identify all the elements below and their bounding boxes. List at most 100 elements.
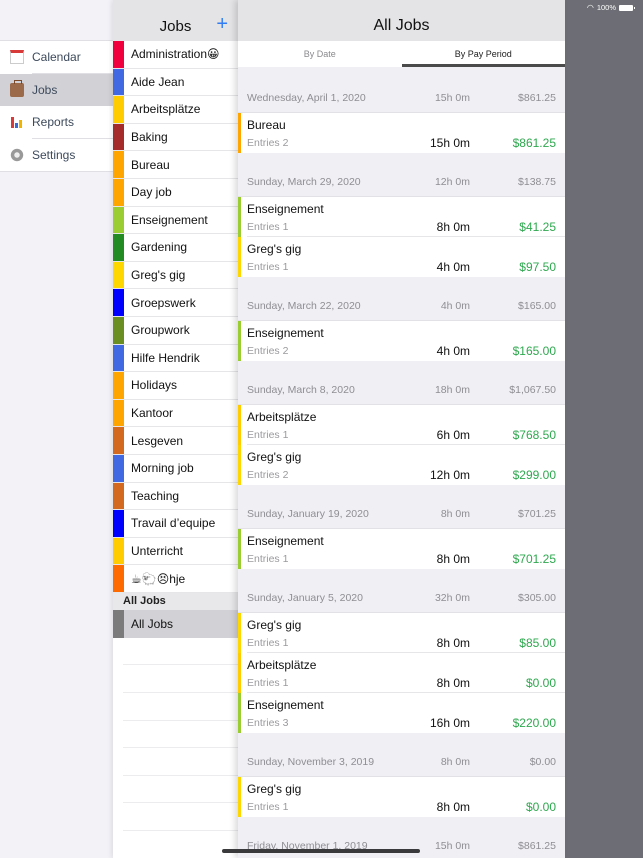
job-color-swatch [113, 123, 124, 151]
job-name: Teaching [131, 488, 180, 503]
job-name: Day job [131, 185, 172, 200]
job-row[interactable]: Aide Jean [113, 68, 240, 97]
empty-row [123, 665, 240, 694]
job-name: Administration😀 [131, 47, 220, 62]
entry-job-name: Enseignement [247, 534, 324, 548]
empty-row [123, 831, 240, 858]
job-name: Bureau [131, 157, 170, 172]
period-amount: $701.25 [518, 507, 556, 520]
job-entry-row[interactable]: Arbeitsplätze Entries 1 6h 0m $768.50 [238, 405, 565, 445]
job-row[interactable]: Baking [113, 123, 240, 152]
job-row[interactable]: Holidays [113, 372, 240, 400]
job-row[interactable]: Bureau [113, 151, 240, 179]
entry-hours: 8h 0m [436, 636, 470, 650]
job-row[interactable]: Arbeitsplätze [113, 96, 240, 124]
job-row[interactable]: Lesgeven [113, 427, 240, 455]
job-row[interactable]: Day job [113, 178, 240, 207]
job-row[interactable]: Kantoor [113, 399, 240, 428]
job-color-swatch [113, 454, 124, 482]
period-hours: 8h 0m [440, 507, 470, 520]
job-entry-row[interactable]: Enseignement Entries 1 8h 0m $701.25 [238, 529, 565, 569]
job-row[interactable]: Teaching [113, 482, 240, 511]
entry-count: Entries 1 [247, 429, 289, 441]
job-entry-row[interactable]: Greg's gig Entries 1 8h 0m $85.00 [238, 613, 565, 653]
entry-amount: $299.00 [512, 468, 556, 482]
calendar-icon [10, 50, 24, 65]
entry-job-name: Arbeitsplätze [247, 410, 317, 424]
battery-icon [619, 4, 635, 11]
job-row[interactable]: Greg's gig [113, 261, 240, 290]
entry-amount: $165.00 [512, 344, 556, 358]
tab-by-pay-period[interactable]: By Pay Period [401, 41, 566, 67]
job-entry-row[interactable]: Arbeitsplätze Entries 1 8h 0m $0.00 [238, 653, 565, 693]
entry-details: Entries 2 12h 0m $299.00 [247, 466, 556, 484]
empty-row [123, 638, 240, 666]
job-name: Holidays [131, 378, 178, 393]
empty-row [123, 721, 240, 749]
entry-details: Entries 1 8h 0m $85.00 [247, 634, 556, 652]
main-header: All Jobs [238, 0, 565, 41]
job-entry-row[interactable]: Greg's gig Entries 1 8h 0m $0.00 [238, 777, 565, 817]
job-color-bar [238, 693, 241, 733]
job-row[interactable]: Gardening [113, 234, 240, 262]
sidebar-item-label: Jobs [32, 82, 58, 97]
pay-period-header: Sunday, November 3, 2019 8h 0m $0.00 [238, 747, 565, 777]
entry-amount: $220.00 [512, 716, 556, 730]
pay-period-header: Wednesday, April 1, 2020 15h 0m $861.25 [238, 83, 565, 113]
pay-period-header: Sunday, March 22, 2020 4h 0m $165.00 [238, 291, 565, 321]
pay-period-group: Friday, November 1, 2019 15h 0m $861.25 [238, 831, 565, 858]
job-row[interactable]: Hilfe Hendrik [113, 344, 240, 373]
entry-hours: 15h 0m [429, 136, 470, 150]
pay-period-header: Sunday, January 5, 2020 32h 0m $305.00 [238, 583, 565, 613]
job-color-bar [238, 613, 241, 653]
job-row[interactable]: Travail d’equipe [113, 510, 240, 538]
period-date: Wednesday, April 1, 2020 [247, 91, 366, 104]
entry-hours: 16h 0m [429, 716, 470, 730]
all-jobs-row[interactable]: All Jobs [113, 609, 240, 638]
job-entry-row[interactable]: Enseignement Entries 2 4h 0m $165.00 [238, 321, 565, 361]
home-indicator [222, 849, 420, 853]
job-entry-row[interactable]: Enseignement Entries 3 16h 0m $220.00 [238, 693, 565, 733]
entry-job-name: Greg's gig [247, 450, 302, 464]
job-row[interactable]: Enseignement [113, 206, 240, 235]
period-date: Sunday, March 22, 2020 [247, 299, 361, 312]
entry-job-name: Greg's gig [247, 782, 302, 796]
job-row[interactable]: Groepswerk [113, 289, 240, 317]
segmented-control: By Date By Pay Period [238, 41, 565, 67]
pay-period-group: Sunday, January 19, 2020 8h 0m $701.25 Ense… [238, 499, 565, 569]
wifi-icon: ◠ [586, 3, 594, 12]
job-name: Hilfe Hendrik [131, 350, 200, 365]
bar-chart-icon [10, 115, 24, 129]
empty-row [123, 803, 240, 832]
job-color-swatch [113, 344, 124, 372]
job-color-bar [238, 113, 241, 153]
job-row[interactable]: Groupwork [113, 316, 240, 345]
empty-row [123, 693, 240, 721]
job-name: Aide Jean [131, 74, 185, 89]
job-entry-row[interactable]: Greg's gig Entries 2 12h 0m $299.00 [238, 445, 565, 485]
entry-count: Entries 2 [247, 469, 289, 481]
add-job-button[interactable]: + [216, 14, 228, 34]
job-color-swatch [113, 399, 124, 427]
job-row[interactable]: ☕🐑😣hje [113, 565, 240, 593]
empty-row [123, 776, 240, 804]
entry-job-name: Enseignement [247, 202, 324, 216]
job-name: Kantoor [131, 406, 174, 421]
pay-period-list[interactable]: Wednesday, April 1, 2020 15h 0m $861.25 Bur… [238, 67, 565, 858]
job-entry-row[interactable]: Greg's gig Entries 1 4h 0m $97.50 [238, 237, 565, 277]
job-name: Gardening [131, 240, 188, 255]
tab-by-date[interactable]: By Date [238, 41, 402, 67]
entry-count: Entries 3 [247, 717, 289, 729]
job-color-swatch [113, 206, 124, 234]
job-entry-row[interactable]: Enseignement Entries 1 8h 0m $41.25 [238, 197, 565, 237]
job-row[interactable]: Morning job [113, 454, 240, 483]
pay-period-header: Sunday, March 8, 2020 18h 0m $1,067.50 [238, 375, 565, 405]
job-entry-row[interactable]: Bureau Entries 2 15h 0m $861.25 [238, 113, 565, 153]
entry-count: Entries 1 [247, 221, 289, 233]
gear-icon [10, 147, 24, 162]
main-title: All Jobs [373, 17, 430, 34]
job-row[interactable]: Unterricht [113, 537, 240, 566]
entry-amount: $768.50 [512, 428, 556, 442]
job-row[interactable]: Administration😀 [113, 41, 240, 69]
entry-hours: 8h 0m [436, 676, 470, 690]
